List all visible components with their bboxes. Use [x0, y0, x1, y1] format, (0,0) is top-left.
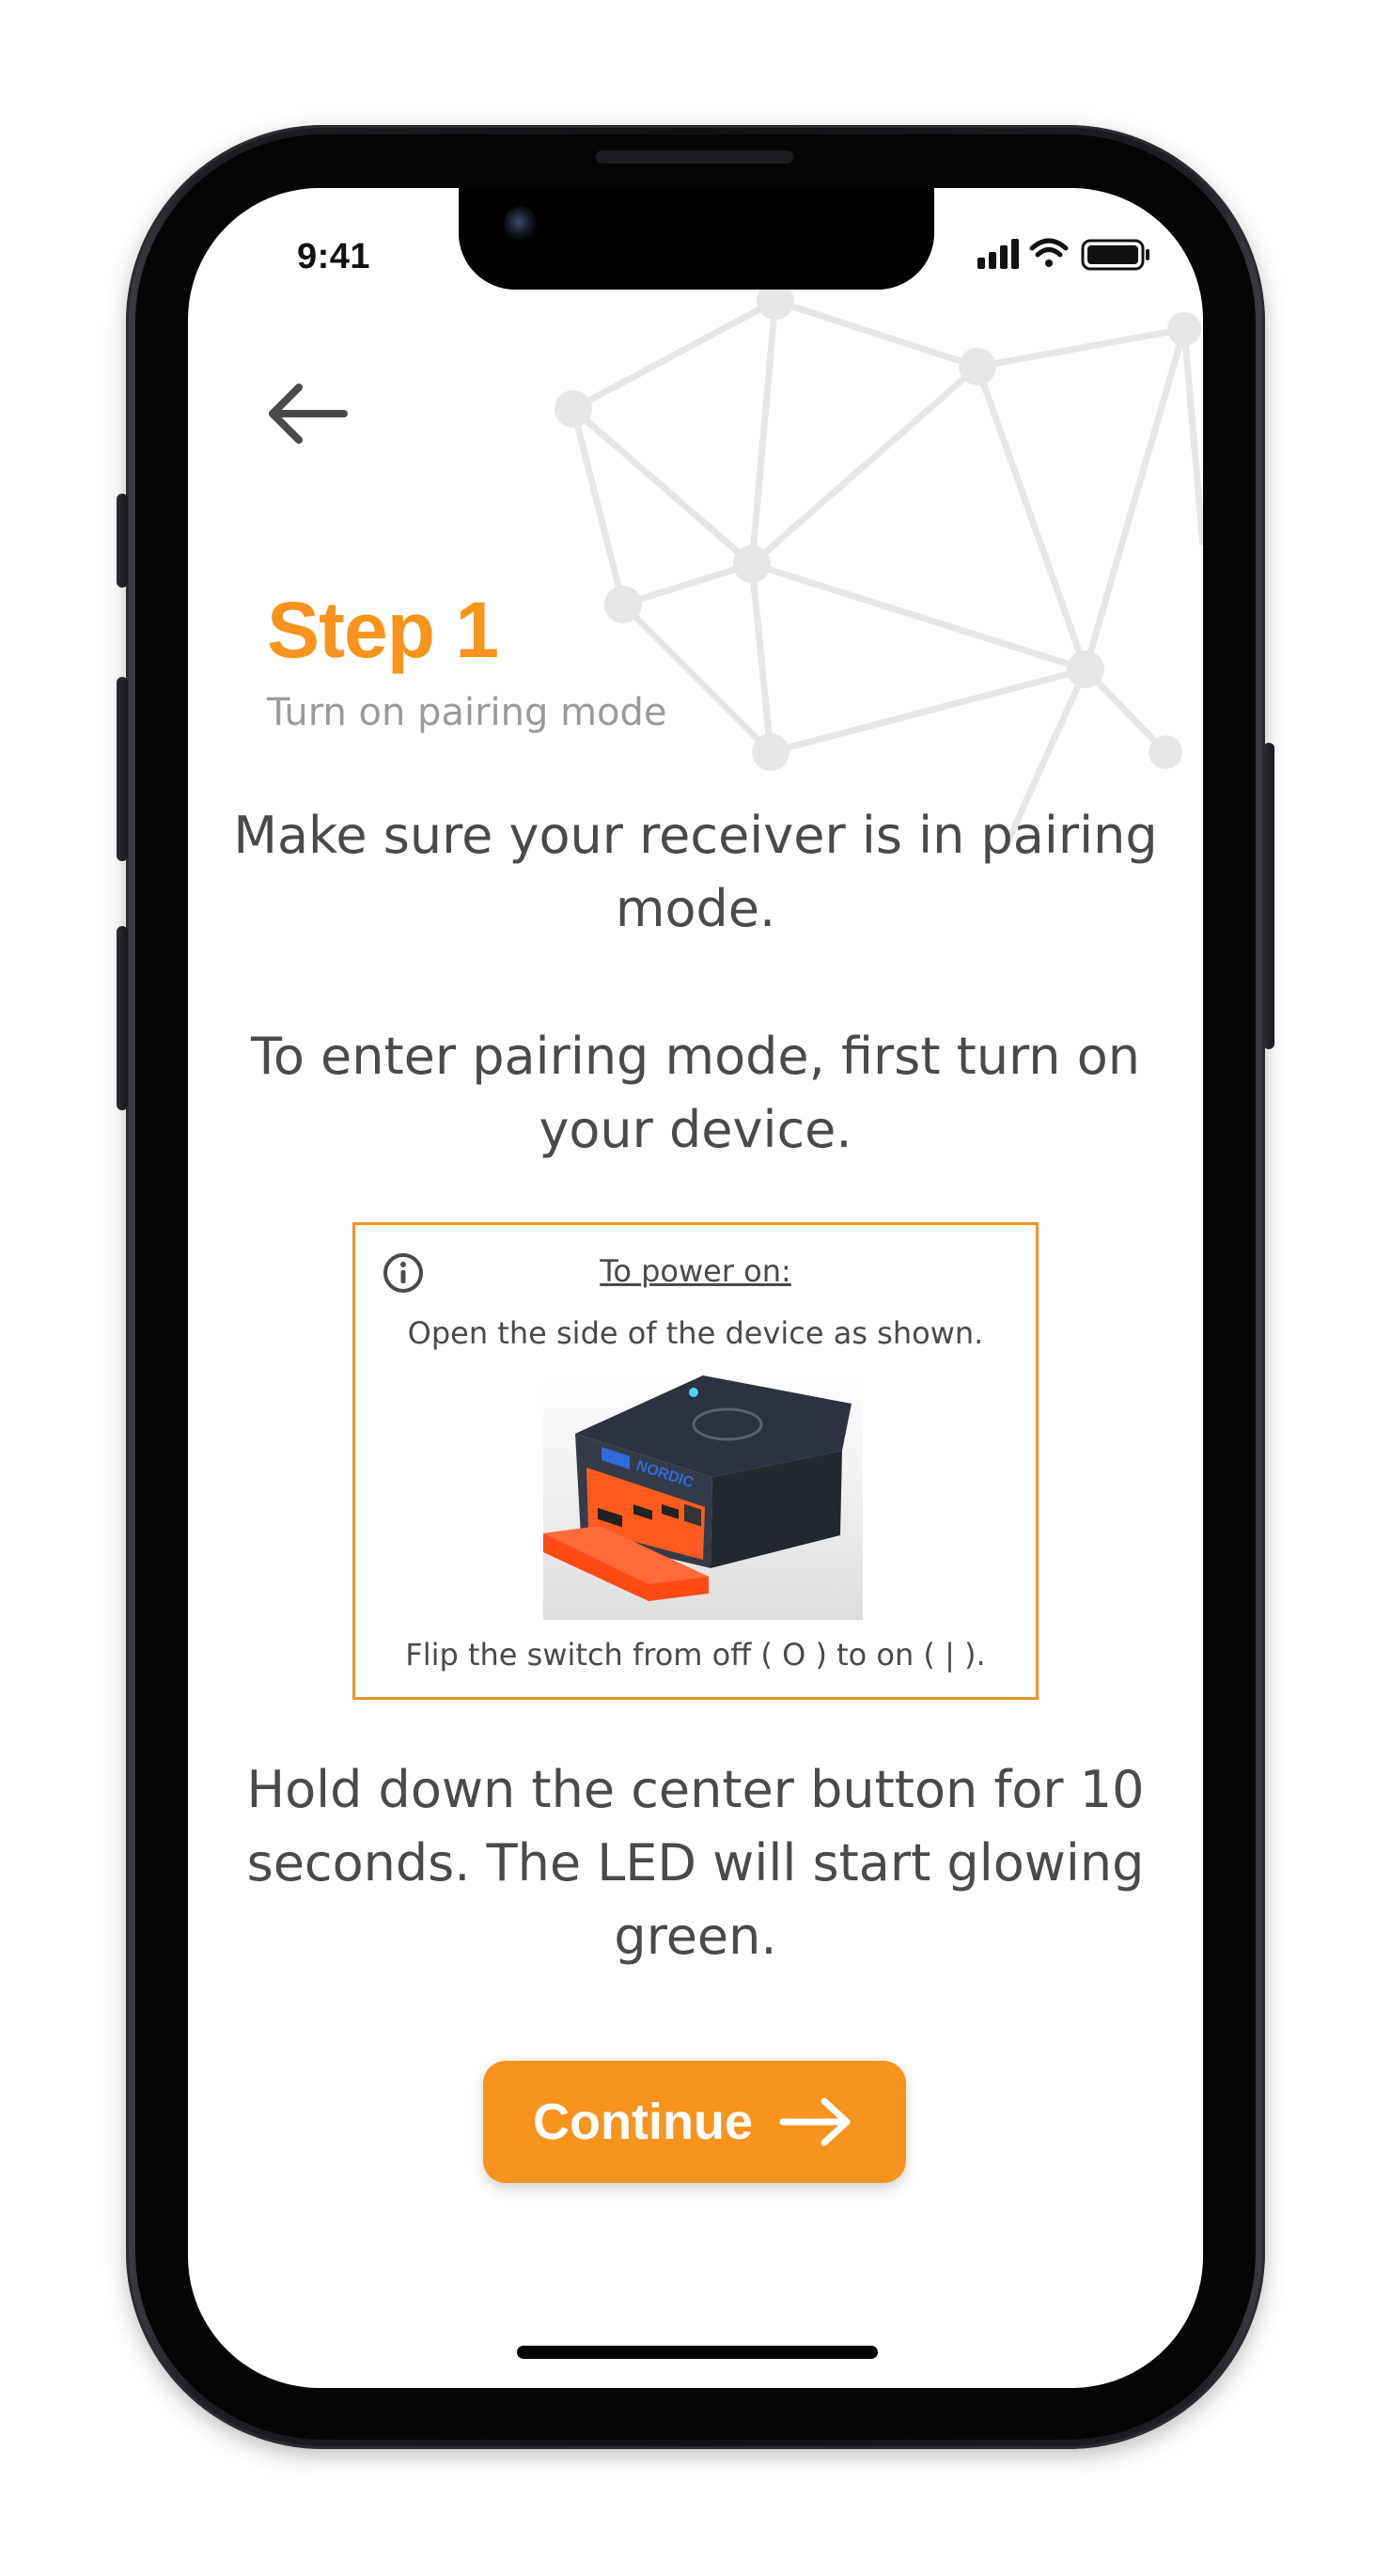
- arrow-right-icon: [779, 2097, 851, 2146]
- nordic-device-image: NORDIC: [543, 1375, 863, 1620]
- info-instruction-switch: Flip the switch from off ( O ) to on ( |…: [405, 1637, 986, 1673]
- earpiece-speaker: [596, 150, 793, 164]
- power-on-info-box: To power on: Open the side of the device…: [352, 1222, 1039, 1700]
- instruction-paragraph-2: To enter pairing mode, first turn on you…: [251, 1027, 1140, 1159]
- front-camera: [504, 207, 538, 241]
- battery-icon: [1081, 239, 1149, 271]
- continue-button-label: Continue: [533, 2094, 753, 2150]
- status-icons: [977, 238, 1149, 271]
- side-button: [1263, 743, 1274, 1049]
- step-subtitle: Turn on pairing mode: [267, 691, 667, 734]
- continue-button[interactable]: Continue: [483, 2061, 906, 2183]
- notch: [459, 188, 934, 290]
- instruction-paragraph-1: Make sure your receiver is in pairing mo…: [233, 806, 1158, 938]
- arrow-left-icon[interactable]: [261, 376, 355, 451]
- volume-up-button: [117, 677, 128, 861]
- cellular-signal-icon: [977, 239, 1019, 269]
- info-title: To power on:: [600, 1253, 791, 1289]
- mute-switch: [117, 494, 128, 588]
- step-title: Step 1: [267, 586, 499, 674]
- status-time: 9:41: [297, 237, 371, 276]
- wifi-icon: [1029, 238, 1069, 267]
- volume-down-button: [117, 926, 128, 1110]
- instruction-paragraph-3: Hold down the center button for 10 secon…: [246, 1760, 1145, 1966]
- home-indicator[interactable]: [517, 2346, 878, 2359]
- info-instruction-open: Open the side of the device as shown.: [407, 1315, 984, 1351]
- app-screen: 9:41 Step 1 Turn on pairing mode Make su…: [188, 188, 1203, 2388]
